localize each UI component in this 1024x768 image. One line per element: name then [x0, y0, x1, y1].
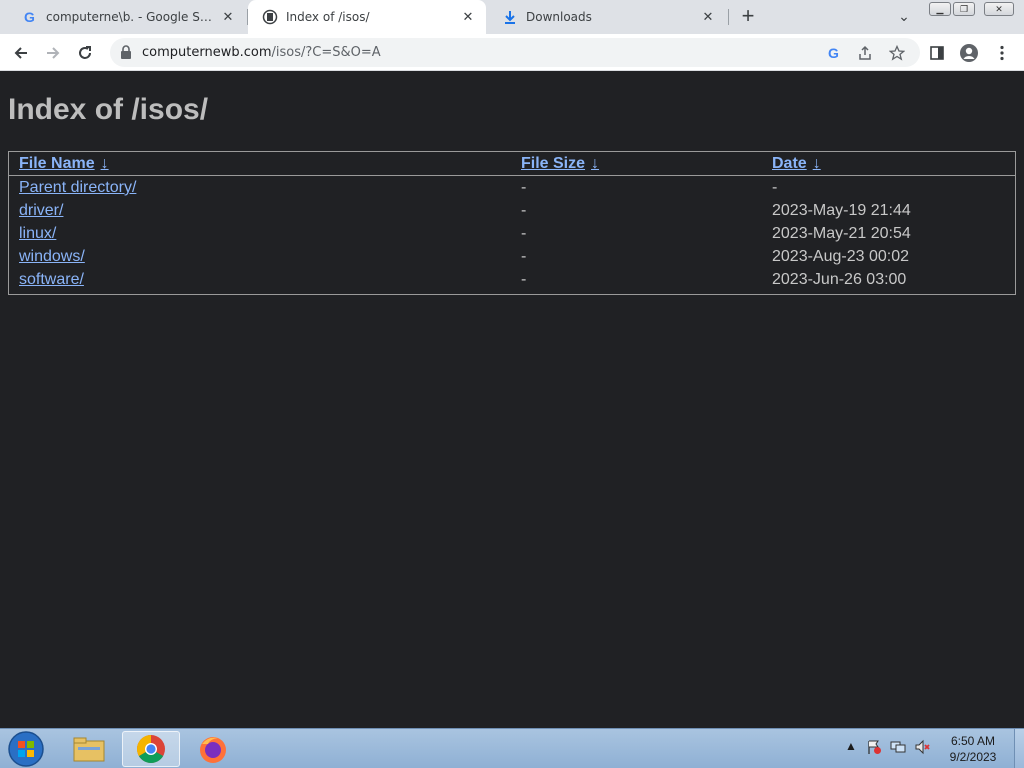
table-row: driver/ - 2023-May-19 21:44 [9, 198, 1015, 221]
forward-button[interactable] [40, 40, 66, 66]
tab-strip: G computerne\b. - Google Search ✕ Index … [0, 0, 1024, 34]
sort-arrow-icon[interactable]: ↓ [101, 155, 109, 172]
file-size: - [521, 247, 527, 265]
bookmark-star-icon[interactable] [887, 43, 907, 63]
show-hidden-icons-chevron-icon[interactable]: ▲ [845, 739, 857, 753]
tab-downloads[interactable]: Downloads ✕ [488, 0, 726, 34]
restore-button[interactable]: ❐ [953, 2, 975, 16]
forward-arrow-icon [47, 47, 60, 59]
lock-icon[interactable] [120, 45, 132, 64]
taskbar-firefox[interactable] [184, 731, 242, 767]
sort-by-size-link[interactable]: File Size [521, 155, 585, 172]
chrome-icon [137, 735, 165, 763]
side-panel-icon[interactable] [926, 42, 948, 64]
directory-listing: File Name ↓ File Size ↓ Date ↓ Parent direc… [8, 151, 1016, 295]
volume-muted-icon[interactable] [914, 739, 930, 758]
table-row: windows/ - 2023-Aug-23 00:02 [9, 244, 1015, 267]
column-header-date: Date ↓ [762, 152, 1015, 176]
network-icon[interactable] [890, 739, 906, 758]
tab-title: Downloads [526, 10, 592, 24]
file-size: - [521, 178, 527, 196]
sort-arrow-icon[interactable]: ↓ [813, 155, 821, 172]
file-date: 2023-Jun-26 03:00 [772, 270, 907, 288]
google-icon: G [22, 9, 38, 25]
menu-kebab-icon[interactable] [991, 42, 1013, 64]
tab-separator [728, 9, 729, 25]
minimize-button[interactable]: ▁ [929, 2, 951, 16]
tab-google-search[interactable]: G computerne\b. - Google Search ✕ [8, 0, 246, 34]
back-arrow-icon [14, 47, 27, 59]
parent-directory-link[interactable]: Parent directory/ [19, 179, 136, 196]
action-center-flag-icon[interactable] [866, 739, 882, 758]
address-bar[interactable]: computernewb.com/isos/?C=S&O=A G [110, 38, 920, 67]
system-clock[interactable]: 6:50 AM 9/2/2023 [940, 733, 1006, 765]
download-icon [502, 9, 518, 25]
svg-text:G: G [828, 45, 839, 61]
file-date: - [772, 178, 778, 196]
table-row: linux/ - 2023-May-21 20:54 [9, 221, 1015, 244]
file-size: - [521, 201, 527, 219]
column-header-name: File Name ↓ [9, 152, 511, 176]
svg-text:G: G [24, 9, 35, 25]
google-lens-icon[interactable]: G [824, 43, 844, 63]
clock-date: 9/2/2023 [949, 750, 997, 764]
share-icon[interactable] [855, 43, 875, 63]
file-size: - [521, 224, 527, 242]
directory-link-windows[interactable]: windows/ [19, 248, 85, 265]
file-size: - [521, 270, 527, 288]
page-content: Index of /isos/ File Name ↓ File Size ↓ Da… [0, 71, 1024, 728]
clock-time: 6:50 AM [950, 734, 996, 748]
close-tab-icon[interactable]: ✕ [696, 9, 720, 25]
back-button[interactable] [8, 40, 34, 66]
sort-arrow-icon[interactable]: ↓ [591, 155, 599, 172]
table-row: Parent directory/ - - [9, 175, 1015, 198]
url-path: /isos/?C=S&O=A [271, 45, 381, 60]
file-date: 2023-May-21 20:54 [772, 224, 911, 242]
url-domain: computernewb.com [142, 45, 272, 60]
tab-index-of-isos[interactable]: Index of /isos/ ✕ [248, 0, 486, 34]
taskbar-chrome[interactable] [122, 731, 180, 767]
folder-icon [73, 737, 105, 762]
taskbar: ▲ 6:50 AM 9/2/2023 [0, 728, 1024, 768]
directory-link-driver[interactable]: driver/ [19, 202, 63, 219]
taskbar-explorer[interactable] [60, 731, 118, 767]
tab-search-chevron-icon[interactable]: ⌄ [894, 8, 914, 26]
directory-link-linux[interactable]: linux/ [19, 225, 56, 242]
tab-title: Index of /isos/ [286, 10, 370, 24]
tab-title: computerne\b. - Google Search [46, 10, 216, 24]
server-icon [262, 9, 278, 25]
sort-by-name-link[interactable]: File Name [19, 155, 95, 172]
new-tab-button[interactable]: + [736, 4, 760, 28]
listing-table: File Name ↓ File Size ↓ Date ↓ Parent direc… [9, 152, 1015, 290]
show-desktop-button[interactable] [1014, 729, 1024, 768]
sort-by-date-link[interactable]: Date [772, 155, 807, 172]
reload-button[interactable] [72, 40, 98, 66]
file-date: 2023-Aug-23 00:02 [772, 247, 909, 265]
close-tab-icon[interactable]: ✕ [216, 9, 240, 25]
close-tab-icon[interactable]: ✕ [456, 9, 480, 25]
windows-orb-icon [8, 731, 44, 767]
close-window-button[interactable]: ✕ [984, 2, 1014, 16]
firefox-icon [200, 737, 226, 763]
reload-icon [79, 46, 91, 59]
page-title: Index of /isos/ [8, 93, 209, 126]
table-row: software/ - 2023-Jun-26 03:00 [9, 267, 1015, 290]
header-row: File Name ↓ File Size ↓ Date ↓ [9, 152, 1015, 176]
column-header-size: File Size ↓ [511, 152, 762, 176]
directory-link-software[interactable]: software/ [19, 271, 84, 288]
browser-toolbar: computernewb.com/isos/?C=S&O=A G [0, 34, 1024, 71]
start-button[interactable] [6, 730, 46, 768]
file-date: 2023-May-19 21:44 [772, 201, 911, 219]
profile-avatar-icon[interactable] [958, 42, 980, 64]
url-text: computernewb.com/isos/?C=S&O=A [142, 45, 381, 60]
